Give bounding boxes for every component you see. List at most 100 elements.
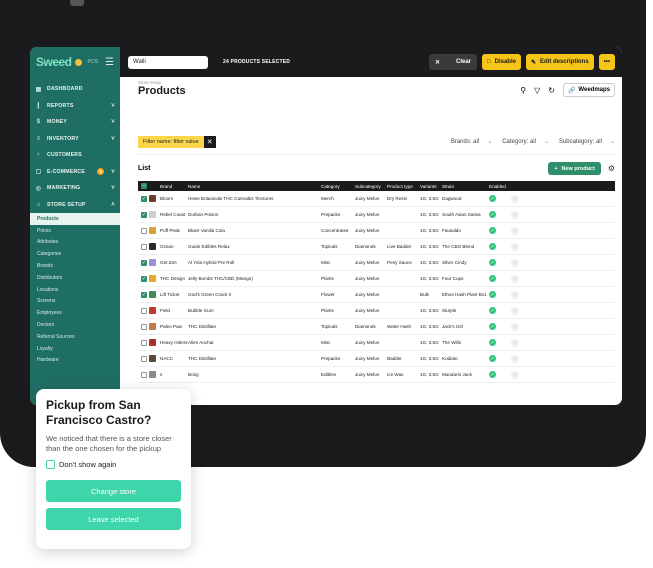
brands-dropdown[interactable]: Brands: all ⌄ bbox=[451, 138, 492, 146]
sidebar-subitem-brands[interactable]: Brands bbox=[30, 260, 120, 272]
trash-icon[interactable]: □ bbox=[511, 290, 519, 299]
row-checkbox[interactable] bbox=[138, 323, 149, 330]
remove-filter-icon[interactable]: ✕ bbox=[203, 135, 216, 148]
delete-cell[interactable]: □ bbox=[511, 354, 525, 363]
sidebar-subitem-categories[interactable]: Categories bbox=[30, 248, 120, 260]
sidebar-subitem-screens[interactable]: Screens bbox=[30, 296, 120, 308]
delete-cell[interactable]: □ bbox=[511, 242, 525, 251]
trash-icon[interactable]: □ bbox=[511, 370, 519, 379]
row-checkbox[interactable]: ✓ bbox=[138, 211, 149, 218]
table-row[interactable]: NACC THC Distillate Prepacks Juicy Melon Bad… bbox=[138, 351, 615, 367]
sidebar-subitem-referral-sources[interactable]: Referral Sources bbox=[30, 331, 120, 343]
check-circle-icon[interactable]: ✓ bbox=[489, 371, 496, 378]
sidebar-item-store-setup[interactable]: ⌂ STORE SETUP ˄ bbox=[30, 197, 120, 214]
dont-show-again-checkbox[interactable]: Don't show again bbox=[46, 460, 181, 469]
row-checkbox[interactable] bbox=[138, 371, 149, 378]
delete-cell[interactable]: □ bbox=[511, 370, 525, 379]
row-checkbox[interactable] bbox=[138, 227, 149, 234]
check-circle-icon[interactable]: ✓ bbox=[489, 339, 496, 346]
delete-cell[interactable]: □ bbox=[511, 226, 525, 235]
sidebar-subitem-products[interactable]: Products bbox=[30, 213, 120, 225]
row-checkbox[interactable] bbox=[138, 307, 149, 314]
enabled-cell[interactable]: ✓ bbox=[489, 355, 511, 362]
table-row[interactable]: Puff Peak Blaze Vanilla Cola Concentrates J… bbox=[138, 223, 615, 239]
trash-icon[interactable]: □ bbox=[511, 258, 519, 267]
sidebar-subitem-prices[interactable]: Prices bbox=[30, 225, 120, 237]
sidebar-item-money[interactable]: $ MONEY ˅ bbox=[30, 114, 120, 131]
check-circle-icon[interactable]: ✓ bbox=[489, 227, 496, 234]
delete-cell[interactable]: □ bbox=[511, 258, 525, 267]
row-checkbox[interactable] bbox=[138, 355, 149, 362]
delete-cell[interactable]: □ bbox=[511, 274, 525, 283]
disable-button[interactable]: □ Disable bbox=[482, 54, 521, 70]
trash-icon[interactable]: □ bbox=[511, 210, 519, 219]
enabled-cell[interactable]: ✓ bbox=[489, 371, 511, 378]
enabled-cell[interactable]: ✓ bbox=[489, 339, 511, 346]
checkbox-box[interactable] bbox=[46, 460, 55, 469]
filter-chip[interactable]: Filter name: filter value bbox=[138, 135, 204, 148]
store-select[interactable]: Walli bbox=[128, 55, 208, 69]
sidebar-subitem-hardware[interactable]: Hardware bbox=[30, 355, 120, 367]
sidebar-item-reports[interactable]: ❙ REPORTS ˅ bbox=[30, 98, 120, 115]
row-checkbox[interactable]: ✓ bbox=[138, 291, 149, 298]
table-row[interactable]: ✓ Get Zen Al Yola Hybrid Pre Roll Misc Juicy… bbox=[138, 255, 615, 271]
row-checkbox[interactable]: ✓ bbox=[138, 195, 149, 202]
sidebar-subitem-distributors[interactable]: Distributors bbox=[30, 272, 120, 284]
table-row[interactable]: Field Bubble Gum Plants Juicy Melon 1G, 3.5G… bbox=[138, 303, 615, 319]
table-row[interactable]: ✓ Bloom Heise Botanicals THC Cannabis Tinc… bbox=[138, 191, 615, 207]
check-circle-icon[interactable]: ✓ bbox=[489, 211, 496, 218]
sidebar-item-e-commerce[interactable]: ▢ E-COMMERCE 5 ˅ bbox=[30, 164, 120, 181]
row-checkbox[interactable]: ✓ bbox=[138, 275, 149, 282]
subcategory-dropdown[interactable]: Subcategory: all ⌄ bbox=[559, 138, 615, 146]
delete-cell[interactable]: □ bbox=[511, 194, 525, 203]
delete-cell[interactable]: □ bbox=[511, 306, 525, 315]
sidebar-item-marketing[interactable]: ◎ MARKETING ˅ bbox=[30, 180, 120, 197]
trash-icon[interactable]: □ bbox=[511, 194, 519, 203]
enabled-cell[interactable]: ✓ bbox=[489, 211, 511, 218]
table-row[interactable]: s Bong Edibles Juicy Melon Ice Wax 1G, 3.5G Ma… bbox=[138, 367, 615, 383]
enabled-cell[interactable]: ✓ bbox=[489, 275, 511, 282]
change-store-button[interactable]: Change store bbox=[46, 480, 181, 502]
enabled-cell[interactable]: ✓ bbox=[489, 259, 511, 266]
row-checkbox[interactable] bbox=[138, 243, 149, 250]
sidebar-subitem-locations[interactable]: Locations bbox=[30, 284, 120, 296]
row-checkbox[interactable] bbox=[138, 339, 149, 346]
trash-icon[interactable]: □ bbox=[511, 322, 519, 331]
enabled-cell[interactable]: ✓ bbox=[489, 243, 511, 250]
table-row[interactable]: Paleo Paw THC Distillate Topicals Diamonds W… bbox=[138, 319, 615, 335]
row-checkbox[interactable]: ✓ bbox=[138, 259, 149, 266]
delete-cell[interactable]: □ bbox=[511, 322, 525, 331]
check-circle-icon[interactable]: ✓ bbox=[489, 243, 496, 250]
trash-icon[interactable]: □ bbox=[511, 226, 519, 235]
table-row[interactable]: Ocean Guide Edibles Relax Topicals Diamonds… bbox=[138, 239, 615, 255]
edit-descriptions-button[interactable]: ✎ Edit descriptions bbox=[525, 54, 594, 70]
trash-icon[interactable]: □ bbox=[511, 274, 519, 283]
check-circle-icon[interactable]: ✓ bbox=[489, 355, 496, 362]
sidebar-subitem-doctors[interactable]: Doctors bbox=[30, 319, 120, 331]
sidebar-item-customers[interactable]: ♀ CUSTOMERS bbox=[30, 147, 120, 164]
check-circle-icon[interactable]: ✓ bbox=[489, 291, 496, 298]
trash-icon[interactable]: □ bbox=[511, 306, 519, 315]
delete-cell[interactable]: □ bbox=[511, 338, 525, 347]
enabled-cell[interactable]: ✓ bbox=[489, 195, 511, 202]
check-circle-icon[interactable]: ✓ bbox=[489, 259, 496, 266]
check-circle-icon[interactable]: ✓ bbox=[489, 195, 496, 202]
table-row[interactable]: ✓ THC Design Jelly Bombs THC/CBD (Mango) Pl… bbox=[138, 271, 615, 287]
menu-icon[interactable]: ☰ bbox=[105, 57, 114, 68]
table-row[interactable]: ✓ Rebel Coast Durban Poison Prepacks Juicy M… bbox=[138, 207, 615, 223]
more-button[interactable]: ••• bbox=[598, 54, 615, 70]
sidebar-subitem-attributes[interactable]: Attributes bbox=[30, 237, 120, 249]
check-circle-icon[interactable]: ✓ bbox=[489, 275, 496, 282]
category-dropdown[interactable]: Category: all ⌄ bbox=[502, 138, 549, 146]
trash-icon[interactable]: □ bbox=[511, 242, 519, 251]
delete-cell[interactable]: □ bbox=[511, 210, 525, 219]
select-all-checkbox[interactable]: − bbox=[138, 183, 149, 189]
leave-selected-button[interactable]: Leave selected bbox=[46, 508, 181, 530]
new-product-button[interactable]: + New product bbox=[548, 162, 601, 175]
trash-icon[interactable]: □ bbox=[511, 354, 519, 363]
enabled-cell[interactable]: ✓ bbox=[489, 291, 511, 298]
sidebar-item-inventory[interactable]: ≡ INVENTORY ˅ bbox=[30, 131, 120, 148]
check-circle-icon[interactable]: ✓ bbox=[489, 323, 496, 330]
trash-icon[interactable]: □ bbox=[511, 338, 519, 347]
sidebar-subitem-employees[interactable]: Employees bbox=[30, 307, 120, 319]
